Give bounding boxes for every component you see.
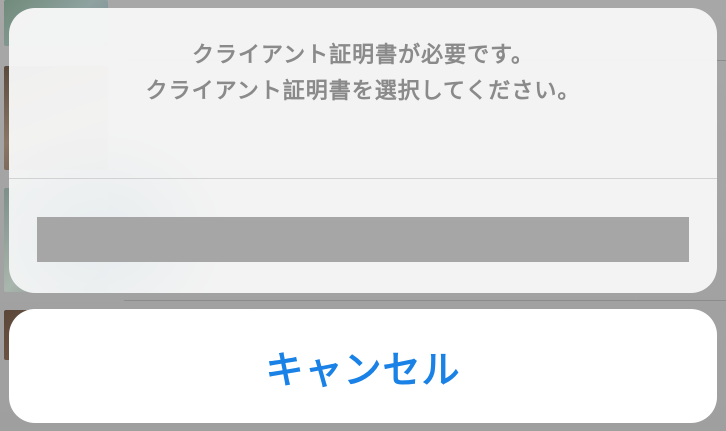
cancel-button-label: キャンセル [265,347,461,392]
certificate-alert-sheet: クライアント証明書が必要です。 クライアント証明書を選択してください。 [9,8,717,293]
alert-message: クライアント証明書が必要です。 クライアント証明書を選択してください。 [9,38,717,110]
certificate-option[interactable] [37,217,689,262]
background-divider [124,300,726,301]
alert-divider [9,178,717,179]
cancel-button[interactable]: キャンセル [9,309,717,423]
alert-message-line-2: クライアント証明書を選択してください。 [145,79,581,104]
alert-message-line-1: クライアント証明書が必要です。 [192,43,534,68]
